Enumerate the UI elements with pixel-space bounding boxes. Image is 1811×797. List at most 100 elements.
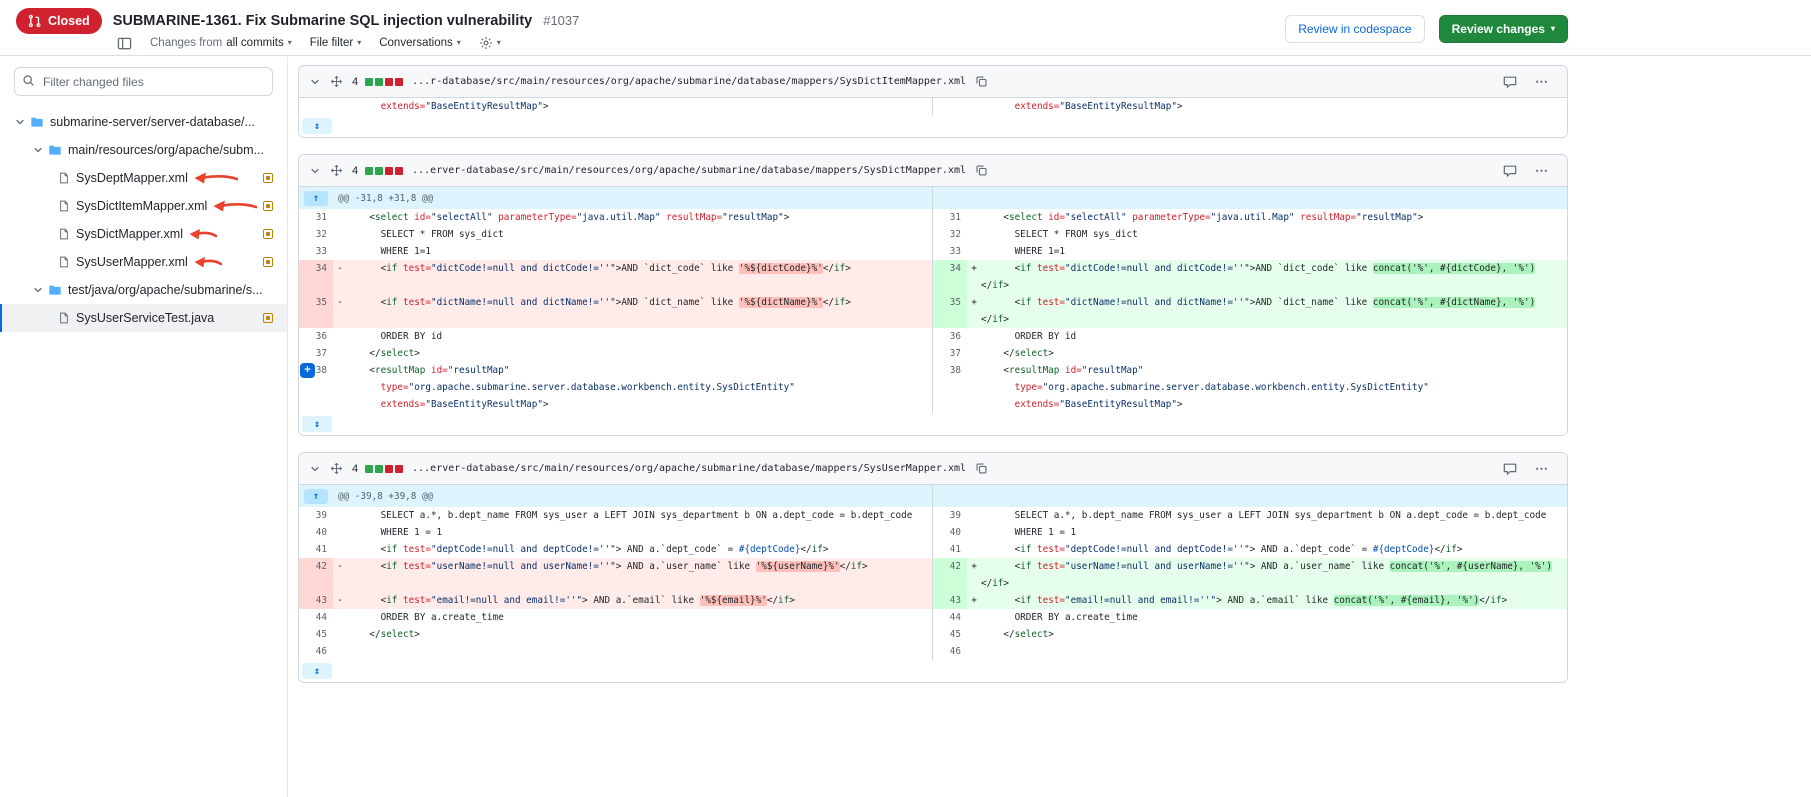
chevron-down-icon: ▾ — [288, 39, 292, 47]
file-menu-button[interactable]: ⋯ — [1535, 74, 1549, 90]
line-number[interactable]: 31 — [299, 209, 333, 226]
tree-file[interactable]: SysDictItemMapper.xml — [0, 192, 287, 220]
tree-item-label: SysDeptMapper.xml — [76, 171, 188, 185]
comment-button[interactable] — [1503, 164, 1517, 178]
line-number[interactable]: 36 — [933, 328, 967, 345]
line-number[interactable]: 35 — [299, 294, 333, 328]
diff-marker: + — [967, 294, 981, 328]
collapse-file-button[interactable] — [309, 76, 321, 88]
line-number[interactable]: 45 — [299, 626, 333, 643]
line-number[interactable]: 32 — [933, 226, 967, 243]
collapse-file-button[interactable] — [309, 463, 321, 475]
expand-row: ↕ — [299, 660, 1567, 682]
file-filter-dropdown[interactable]: File filter ▾ — [310, 37, 361, 49]
filter-changed-files-input[interactable] — [14, 67, 273, 96]
line-number[interactable]: 37 — [933, 345, 967, 362]
drag-handle-icon[interactable] — [330, 462, 343, 475]
line-number[interactable]: 32 — [299, 226, 333, 243]
review-in-codespace-button[interactable]: Review in codespace — [1285, 15, 1424, 43]
chevron-down-icon[interactable] — [32, 144, 46, 156]
add-line-comment-button[interactable]: + — [300, 363, 315, 378]
copy-path-button[interactable] — [975, 75, 988, 88]
line-number[interactable]: 41 — [933, 541, 967, 558]
tree-file[interactable]: SysDeptMapper.xml — [0, 164, 287, 192]
pr-status-badge: Closed — [16, 8, 102, 34]
review-changes-button[interactable]: Review changes ▾ — [1439, 15, 1568, 43]
tree-file[interactable]: SysUserServiceTest.java — [0, 304, 287, 332]
tree-folder[interactable]: submarine-server/server-database/... — [0, 108, 287, 136]
line-number[interactable]: 39 — [299, 507, 333, 524]
changes-from-dropdown[interactable]: Changes from all commits ▾ — [150, 37, 292, 49]
line-number[interactable]: 33 — [299, 243, 333, 260]
code-line: <if test="dictName!=null and dictName!='… — [347, 294, 932, 328]
file-tree-toggle-button[interactable] — [117, 36, 132, 51]
line-number[interactable]: 38 — [933, 362, 967, 413]
conversations-dropdown[interactable]: Conversations ▾ — [379, 37, 461, 49]
line-number[interactable]: 46 — [933, 643, 967, 660]
comment-button[interactable] — [1503, 462, 1517, 476]
tree-file[interactable]: SysDictMapper.xml — [0, 220, 287, 248]
line-number[interactable]: 34 — [933, 260, 967, 294]
diff-marker — [333, 226, 347, 243]
diff-marker — [333, 609, 347, 626]
line-number[interactable]: 37 — [299, 345, 333, 362]
diff-row: 36 ORDER BY id36 ORDER BY id — [299, 328, 1567, 345]
tree-file[interactable]: SysUserMapper.xml — [0, 248, 287, 276]
file-header: 4...erver-database/src/main/resources/or… — [299, 453, 1567, 485]
line-number[interactable]: 43 — [299, 592, 333, 609]
line-number[interactable]: 45 — [933, 626, 967, 643]
file-header-actions: ⋯ — [1503, 163, 1557, 179]
line-number[interactable]: 46 — [299, 643, 333, 660]
line-number[interactable]: 39 — [933, 507, 967, 524]
line-number[interactable]: 43 — [933, 592, 967, 609]
line-number[interactable]: 40 — [933, 524, 967, 541]
line-number[interactable]: 35 — [933, 294, 967, 328]
diff-settings-dropdown[interactable]: ▾ — [479, 36, 501, 50]
expand-hunk-button[interactable]: ↑ — [304, 191, 328, 206]
comment-button[interactable] — [1503, 75, 1517, 89]
expand-hunk-button[interactable]: ↑ — [304, 489, 328, 504]
tree-folder[interactable]: test/java/org/apache/submarine/s... — [0, 276, 287, 304]
file-menu-button[interactable]: ⋯ — [1535, 163, 1549, 179]
copy-path-button[interactable] — [975, 462, 988, 475]
tree-folder[interactable]: main/resources/org/apache/subm... — [0, 136, 287, 164]
line-number[interactable]: 41 — [299, 541, 333, 558]
expand-diff-button[interactable]: ↕ — [302, 118, 332, 134]
diff-cell-old: 34- <if test="dictCode!=null and dictCod… — [299, 260, 933, 294]
line-number[interactable] — [933, 98, 967, 115]
copy-path-button[interactable] — [975, 164, 988, 177]
search-icon — [22, 74, 35, 87]
line-number[interactable]: 33 — [933, 243, 967, 260]
line-number[interactable]: 36 — [299, 328, 333, 345]
diff-cell-old: 44 ORDER BY a.create_time — [299, 609, 933, 626]
diffstat-square — [385, 167, 393, 175]
expand-row: ↕ — [299, 115, 1567, 137]
diff-cell-old: 37 </select> — [299, 345, 933, 362]
line-number[interactable]: 31 — [933, 209, 967, 226]
diff-cell-old: 40 WHERE 1 = 1 — [299, 524, 933, 541]
file-menu-button[interactable]: ⋯ — [1535, 461, 1549, 477]
drag-handle-icon[interactable] — [330, 164, 343, 177]
drag-handle-icon[interactable] — [330, 75, 343, 88]
chevron-down-icon[interactable] — [14, 116, 28, 128]
diffstat-squares — [365, 465, 403, 473]
diffstat-square — [365, 78, 373, 86]
expand-diff-button[interactable]: ↕ — [302, 416, 332, 432]
line-number[interactable]: 44 — [933, 609, 967, 626]
diffstat-count: 4 — [352, 463, 358, 475]
chevron-down-icon[interactable] — [32, 284, 46, 296]
diffstat-square — [365, 465, 373, 473]
diffstat-squares — [365, 167, 403, 175]
diff-cell-new: 43+ <if test="email!=null and email!=''"… — [933, 592, 1567, 609]
line-number[interactable]: 42 — [933, 558, 967, 592]
pull-request-icon — [28, 14, 42, 28]
line-number[interactable]: 40 — [299, 524, 333, 541]
line-number[interactable] — [299, 98, 333, 115]
line-number[interactable]: 34 — [299, 260, 333, 294]
collapse-file-button[interactable] — [309, 165, 321, 177]
expand-diff-button[interactable]: ↕ — [302, 663, 332, 679]
code-line: <if test="userName!=null and userName!='… — [981, 558, 1567, 592]
line-number[interactable]: 42 — [299, 558, 333, 592]
line-number[interactable]: 44 — [299, 609, 333, 626]
diff-cell-new: 38 <resultMap id="resultMap" type="org.a… — [933, 362, 1567, 413]
